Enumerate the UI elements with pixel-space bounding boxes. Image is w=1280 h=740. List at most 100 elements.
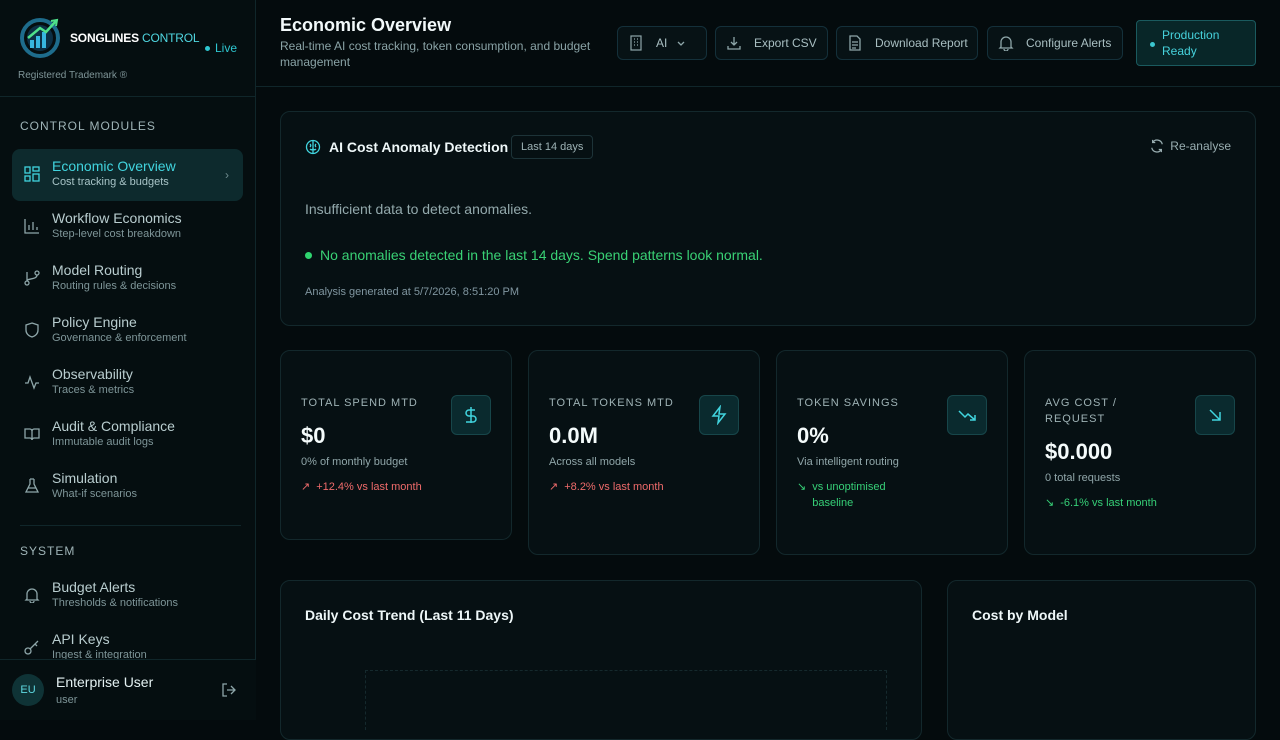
kpi-sub: Across all models bbox=[549, 456, 636, 468]
download-icon bbox=[727, 37, 741, 50]
trend-up-icon: ↗ bbox=[549, 481, 559, 493]
anomaly-detection-card: AI Cost Anomaly Detection Last 14 days R… bbox=[280, 111, 1256, 326]
trademark-text: Registered Trademark ® bbox=[18, 70, 128, 81]
sidebar-item-sub: Cost tracking & budgets bbox=[52, 176, 169, 188]
sidebar-item-sub: What-if scenarios bbox=[52, 488, 137, 500]
kpi-value: $0 bbox=[301, 423, 326, 448]
page-subtitle: Real-time AI cost tracking, token consum… bbox=[280, 39, 591, 69]
user-role: user bbox=[56, 694, 78, 706]
daily-cost-trend-card: Daily Cost Trend (Last 11 Days) bbox=[280, 580, 922, 740]
sidebar-item-label: Model Routing bbox=[52, 262, 143, 278]
sidebar-item-label: API Keys bbox=[52, 631, 110, 647]
sidebar-item-sub: Ingest & integration bbox=[52, 649, 147, 659]
flask-icon bbox=[24, 478, 40, 493]
sidebar-item-audit-compliance[interactable]: Audit & Compliance Immutable audit logs bbox=[12, 409, 243, 461]
sidebar-item-policy-engine[interactable]: Policy Engine Governance & enforcement bbox=[12, 305, 243, 357]
sidebar-item-label: Economic Overview bbox=[52, 158, 176, 174]
analysis-timestamp: Analysis generated at 5/7/2026, 8:51:20 … bbox=[305, 286, 520, 298]
sidebar-item-economic-overview[interactable]: Economic Overview Cost tracking & budget… bbox=[12, 149, 243, 201]
sidebar-item-simulation[interactable]: Simulation What-if scenarios bbox=[12, 461, 243, 513]
production-ready-badge: Production Ready bbox=[1136, 20, 1256, 66]
page-title: Economic Overview bbox=[280, 15, 452, 35]
sidebar-item-sub: Routing rules & decisions bbox=[52, 280, 177, 292]
range-badge: Last 14 days bbox=[511, 135, 594, 159]
sidebar-item-sub: Thresholds & notifications bbox=[52, 597, 178, 609]
bell-icon bbox=[998, 36, 1014, 51]
anomaly-title: AI Cost Anomaly Detection bbox=[329, 139, 509, 155]
file-text-icon bbox=[849, 35, 861, 51]
sidebar-item-label: Audit & Compliance bbox=[52, 418, 175, 434]
kpi-sub: 0% of monthly budget bbox=[301, 456, 408, 468]
sidebar-item-label: Workflow Economics bbox=[52, 210, 182, 226]
kpi-trend: ↗ +8.2% vs last month bbox=[549, 481, 664, 493]
export-csv-button[interactable]: Export CSV bbox=[715, 26, 828, 60]
kpi-value: 0% bbox=[797, 423, 829, 448]
kpi-card-avg-cost: AVG COST / REQUEST $0.000 0 total reques… bbox=[1024, 350, 1256, 555]
sidebar-item-label: Policy Engine bbox=[52, 314, 137, 330]
refresh-icon bbox=[1151, 139, 1164, 153]
trend-down-icon: ↘ bbox=[797, 481, 807, 493]
kpi-label: TOTAL TOKENS MTD bbox=[549, 397, 674, 409]
user-name: Enterprise User bbox=[56, 674, 154, 690]
chart-title: Daily Cost Trend (Last 11 Days) bbox=[305, 607, 514, 623]
activity-icon bbox=[25, 375, 39, 390]
zap-icon bbox=[699, 395, 739, 435]
configure-alerts-label: Configure Alerts bbox=[1026, 36, 1112, 50]
sidebar: SONGLINES CONTROL Live Registered Tradem… bbox=[0, 0, 256, 720]
building-icon bbox=[630, 35, 642, 51]
sidebar-item-model-routing[interactable]: Model Routing Routing rules & decisions bbox=[12, 253, 243, 305]
book-icon bbox=[24, 428, 40, 441]
download-report-button[interactable]: Download Report bbox=[836, 26, 978, 60]
avatar[interactable]: EU bbox=[12, 674, 44, 706]
sidebar-item-label: Observability bbox=[52, 366, 133, 382]
sidebar-item-workflow-economics[interactable]: Workflow Economics Step-level cost break… bbox=[12, 201, 243, 253]
dollar-icon bbox=[451, 395, 491, 435]
chart-title: Cost by Model bbox=[972, 607, 1068, 623]
kpi-card-total-tokens: TOTAL TOKENS MTD 0.0M Across all models … bbox=[528, 350, 760, 555]
trending-down-icon bbox=[947, 395, 987, 435]
org-select-value: AI bbox=[656, 36, 668, 50]
section-title-control-modules: CONTROL MODULES bbox=[20, 119, 156, 133]
sidebar-item-sub: Traces & metrics bbox=[52, 384, 135, 396]
live-indicator: Live bbox=[205, 41, 237, 55]
brain-icon bbox=[305, 139, 321, 155]
configure-alerts-button[interactable]: Configure Alerts bbox=[987, 26, 1123, 60]
sidebar-item-label: Simulation bbox=[52, 470, 118, 486]
kpi-trend: ↘ -6.1% vs last month bbox=[1045, 497, 1157, 509]
insufficient-data-text: Insufficient data to detect anomalies. bbox=[305, 201, 532, 217]
sidebar-item-api-keys[interactable]: API Keys Ingest & integration bbox=[12, 622, 243, 659]
key-icon bbox=[24, 640, 39, 655]
kpi-trend: ↘ vs unoptimised baseline bbox=[797, 481, 886, 509]
sidebar-item-budget-alerts[interactable]: Budget Alerts Thresholds & notifications bbox=[12, 570, 243, 622]
chevron-right-icon: › bbox=[225, 168, 229, 182]
sidebar-item-observability[interactable]: Observability Traces & metrics bbox=[12, 357, 243, 409]
kpi-card-total-spend: TOTAL SPEND MTD $0 0% of monthly budget … bbox=[280, 350, 512, 540]
reanalyse-button[interactable]: Re-analyse bbox=[1150, 139, 1231, 153]
kpi-card-token-savings: TOKEN SAVINGS 0% Via intelligent routing… bbox=[776, 350, 1008, 555]
status-dot-icon bbox=[1150, 42, 1155, 47]
org-select[interactable]: AI bbox=[617, 26, 707, 60]
kpi-value: $0.000 bbox=[1045, 439, 1113, 464]
logo-icon bbox=[20, 18, 60, 58]
export-csv-label: Export CSV bbox=[754, 36, 817, 50]
bar-chart-icon bbox=[24, 219, 39, 234]
chart-plot-area bbox=[365, 670, 887, 730]
kpi-sub: 0 total requests bbox=[1045, 472, 1121, 484]
trend-up-icon: ↗ bbox=[301, 481, 311, 493]
kpi-value: 0.0M bbox=[549, 423, 598, 448]
sidebar-item-label: Budget Alerts bbox=[52, 579, 136, 595]
kpi-label: TOTAL SPEND MTD bbox=[301, 397, 418, 409]
page-header: Economic Overview Real-time AI cost trac… bbox=[256, 0, 1280, 87]
status-dot-icon bbox=[305, 251, 312, 259]
bell-icon bbox=[24, 588, 40, 603]
dashboard-icon bbox=[24, 166, 40, 182]
logout-icon[interactable] bbox=[221, 682, 237, 698]
sidebar-divider bbox=[20, 525, 241, 526]
user-profile: EU Enterprise User user bbox=[0, 659, 256, 720]
kpi-label: AVG COST / REQUEST bbox=[1045, 397, 1117, 425]
download-report-label: Download Report bbox=[875, 36, 968, 50]
sidebar-item-sub: Immutable audit logs bbox=[52, 436, 154, 448]
section-title-system: SYSTEM bbox=[20, 544, 76, 558]
git-branch-icon bbox=[24, 270, 40, 286]
chevron-down-icon bbox=[677, 41, 685, 46]
